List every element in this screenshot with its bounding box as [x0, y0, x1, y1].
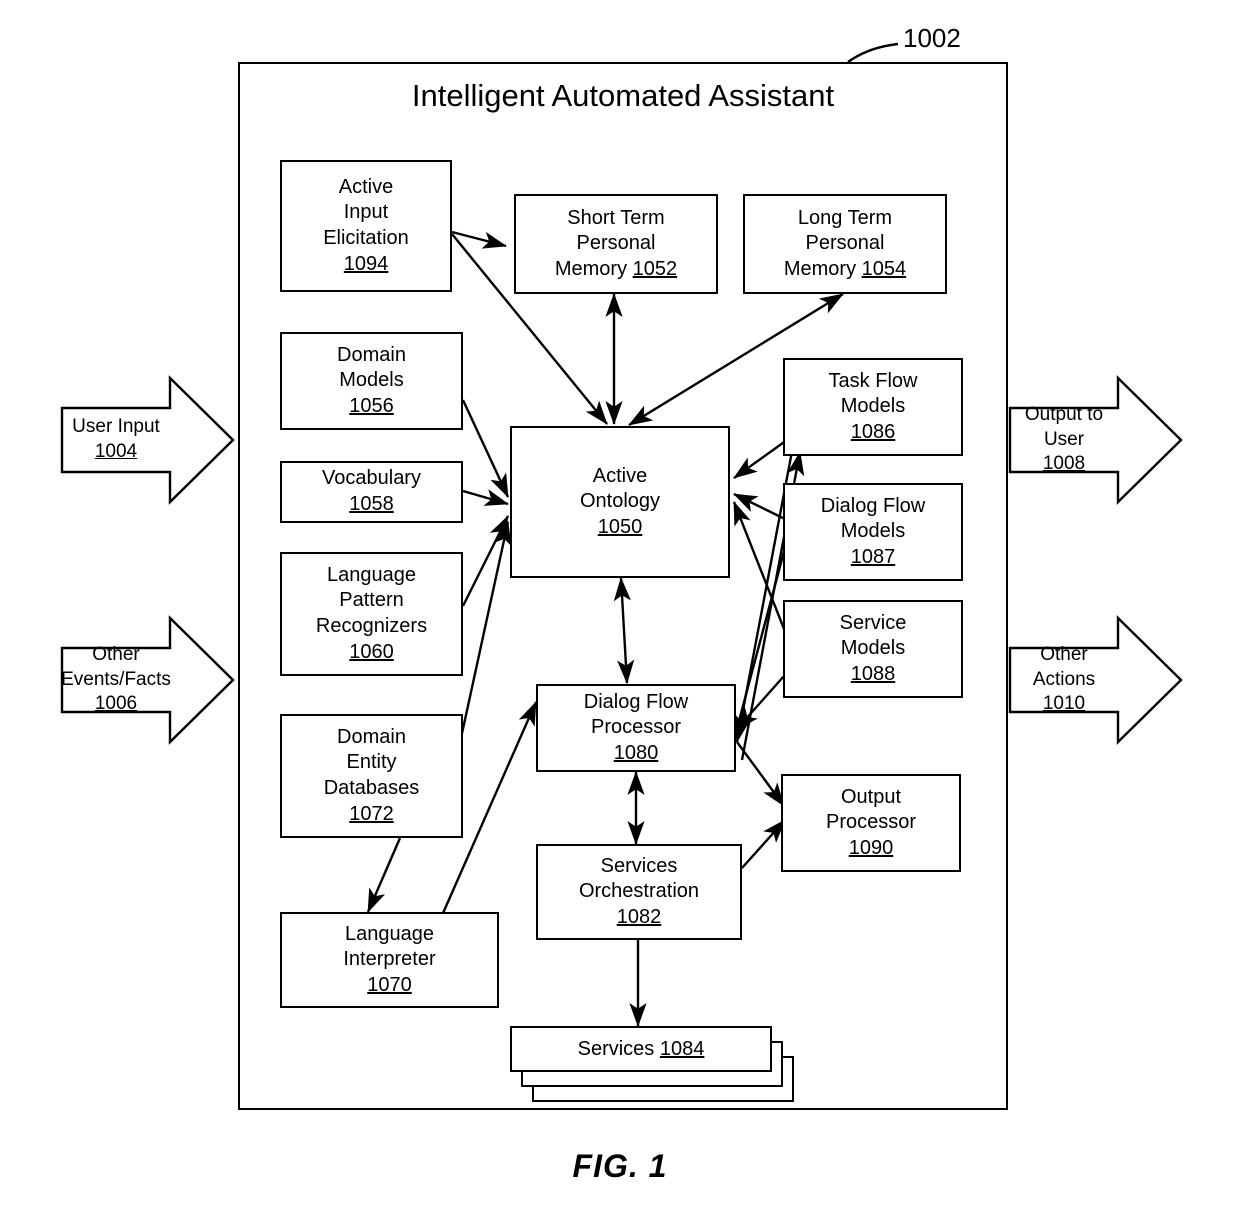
page-title: Intelligent Automated Assistant: [411, 78, 835, 113]
node-reference: 1070: [367, 973, 412, 996]
system-reference-label: 1002: [903, 23, 961, 53]
io-arrow-label: Other Actions 1010: [1008, 616, 1120, 744]
node-line-2: Models: [840, 637, 906, 660]
node-reference: 1080: [613, 741, 659, 764]
node-line-1: Domain: [337, 343, 406, 366]
node-domain-models[interactable]: Domain Models 1056: [280, 332, 463, 430]
node-line-2: Input: [343, 201, 389, 224]
node-line-1: Active: [592, 464, 648, 487]
node-line-2: Models: [339, 369, 404, 392]
node-line-1: Language: [345, 922, 434, 945]
patent-figure: 1002 Intelligent Automated Assistant Act…: [0, 0, 1240, 1220]
node-line-2: Orchestration: [578, 880, 700, 903]
io-line-2: Actions: [1032, 668, 1096, 690]
io-line-1: Other: [92, 643, 140, 665]
node-services[interactable]: Services 1084: [510, 1026, 800, 1106]
node-reference: 1087: [850, 545, 896, 568]
node-line-2: Pattern: [339, 589, 404, 612]
node-line-2: Entity: [346, 751, 397, 774]
io-line-2: User: [1043, 428, 1085, 450]
io-reference: 1010: [1042, 693, 1086, 715]
node-task-flow-models[interactable]: Task Flow Models 1086: [783, 358, 963, 456]
node-reference: 1060: [349, 640, 394, 663]
node-reference: 1084: [659, 1037, 705, 1060]
node-line-3: Recognizers: [315, 615, 428, 637]
io-arrow-other-events-facts[interactable]: Other Events/Facts 1006: [60, 615, 235, 745]
node-language-interpreter[interactable]: Language Interpreter 1070: [280, 912, 499, 1008]
io-reference: 1004: [94, 441, 138, 462]
node-short-term-personal-memory[interactable]: Short Term Personal Memory 1052: [514, 194, 718, 294]
node-line-2: Processor: [825, 811, 917, 834]
node-active-input-elicitation[interactable]: Active Input Elicitation 1094: [280, 160, 452, 292]
node-reference: 1094: [343, 252, 389, 275]
node-reference: 1056: [349, 394, 394, 417]
node-line-1: Short Term: [567, 206, 665, 229]
node-services-orchestration[interactable]: Services Orchestration 1082: [536, 844, 742, 940]
node-line-1: Output: [840, 785, 902, 808]
node-line-1: Vocabulary: [322, 467, 421, 490]
figure-caption: FIG. 1: [572, 1148, 668, 1184]
node-line-3-text: Memory: [783, 257, 857, 280]
node-line-2: Models: [840, 395, 906, 418]
io-arrow-user-input[interactable]: User Input 1004: [60, 375, 235, 505]
node-long-term-personal-memory[interactable]: Long Term Personal Memory 1054: [743, 194, 947, 294]
node-dialog-flow-models[interactable]: Dialog Flow Models 1087: [783, 483, 963, 581]
node-line-1: Service: [839, 611, 907, 634]
node-line-1: Dialog Flow: [820, 494, 926, 517]
node-reference: 1086: [850, 420, 896, 443]
io-line-1: Output to: [1024, 403, 1104, 425]
node-line-3-text: Memory: [554, 257, 628, 280]
node-vocabulary[interactable]: Vocabulary 1058: [280, 461, 463, 523]
node-active-ontology[interactable]: Active Ontology 1050: [510, 426, 730, 578]
node-domain-entity-databases[interactable]: Domain Entity Databases 1072: [280, 714, 463, 838]
node-language-pattern-recognizers[interactable]: Language Pattern Recognizers 1060: [280, 552, 463, 676]
node-service-models[interactable]: Service Models 1088: [783, 600, 963, 698]
node-reference: 1072: [349, 802, 394, 825]
node-line-3: Memory 1054: [784, 257, 906, 283]
node-reference: 1052: [632, 257, 678, 280]
io-line-2: Events/Facts: [61, 668, 171, 690]
node-line-3: Memory 1052: [555, 257, 677, 283]
io-arrow-other-actions[interactable]: Other Actions 1010: [1008, 615, 1183, 745]
node-line-2: Ontology: [579, 490, 661, 513]
node-line-1: Language: [327, 563, 416, 586]
io-line-1: User Input: [72, 416, 160, 438]
node-dialog-flow-processor[interactable]: Dialog Flow Processor 1080: [536, 684, 736, 772]
node-line-3: Databases: [323, 777, 420, 799]
node-line-1: Task Flow: [828, 369, 918, 392]
io-arrow-label: Other Events/Facts 1006: [60, 616, 172, 744]
services-stack-sheet-front: Services 1084: [510, 1026, 772, 1072]
node-line-1: Active: [338, 175, 394, 198]
node-reference: 1090: [848, 836, 894, 859]
io-arrow-label: Output to User 1008: [1008, 376, 1120, 504]
node-line-1: Services: [600, 854, 678, 877]
io-reference: 1008: [1042, 453, 1086, 475]
node-line-2: Processor: [590, 716, 682, 739]
node-line-1: Dialog Flow: [583, 690, 689, 713]
io-reference: 1006: [94, 693, 138, 715]
node-output-processor[interactable]: Output Processor 1090: [781, 774, 961, 872]
io-line-1: Other: [1040, 643, 1088, 665]
node-reference: 1082: [616, 905, 662, 928]
node-line-2: Models: [840, 520, 906, 543]
node-line-1: Domain: [337, 725, 406, 748]
io-arrow-output-to-user[interactable]: Output to User 1008: [1008, 375, 1183, 505]
node-reference: 1088: [850, 662, 896, 685]
node-reference: 1058: [349, 493, 394, 515]
node-line-1: Long Term: [797, 206, 893, 229]
node-line-1: Services: [577, 1037, 655, 1060]
io-arrow-label: User Input 1004: [60, 376, 172, 504]
node-line-2: Personal: [576, 232, 656, 255]
node-reference: 1054: [861, 257, 907, 280]
node-reference: 1050: [597, 515, 643, 538]
node-line-3: Elicitation: [323, 227, 409, 249]
node-line-2: Personal: [805, 232, 885, 255]
node-line-2: Interpreter: [343, 948, 436, 971]
